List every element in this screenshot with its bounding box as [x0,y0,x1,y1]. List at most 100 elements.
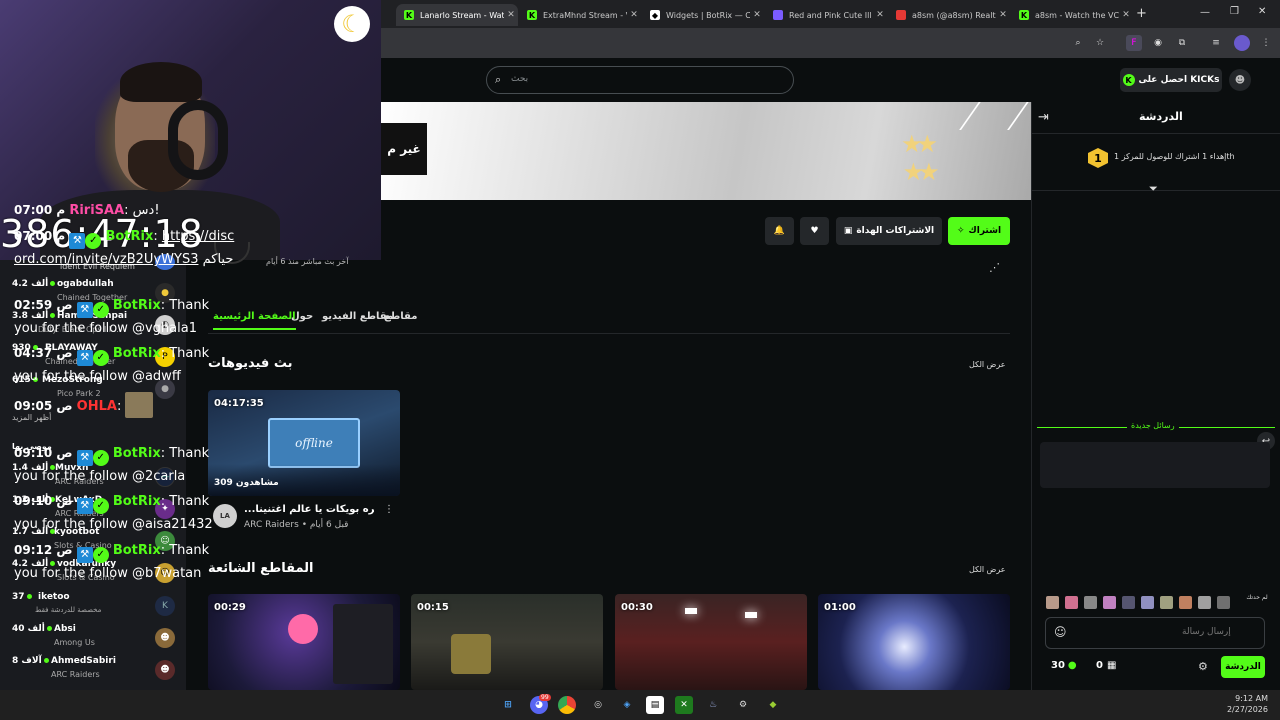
emote-icon[interactable] [1046,596,1059,609]
settings-gear-icon[interactable]: ⚙ [734,696,752,714]
chat-input[interactable]: ☺ إرسال رسالة [1045,617,1265,649]
browser-profile-avatar[interactable] [1234,35,1250,51]
close-window-icon[interactable]: ✕ [1258,6,1266,17]
xbox-icon[interactable]: ✕ [675,696,693,714]
see-all-link[interactable]: عرض الكل [969,565,1006,574]
close-tab-icon[interactable]: ✕ [996,10,1010,20]
emote-icon[interactable] [1217,596,1230,609]
clip-thumbnail[interactable]: 01:00 [818,594,1010,690]
planet-graphic [288,614,318,644]
chrome-icon[interactable] [558,696,576,714]
chat-send-button[interactable]: الدردشة [1221,656,1265,678]
viewer-count: 37 [12,592,34,602]
close-tab-icon[interactable]: ✕ [504,10,518,20]
follow-heart-button[interactable]: ♥ [800,217,829,245]
browser-tab[interactable]: Red and Pink Cute Ill ✕ [765,4,887,26]
system-clock[interactable]: 9:12 AM 2/27/2026 [1220,693,1268,715]
store-button[interactable]: 0 ▦ [1096,660,1116,671]
tabs-divider [208,333,1010,334]
channel-game: Among Us [54,638,95,647]
get-kicks-button[interactable]: K احصل على KICKs [1120,68,1222,92]
recommended-channel-item[interactable]: 8 آلاف AhmedSabiri ARC Raiders ☻ [0,654,186,684]
emote-icon[interactable] [1141,596,1154,609]
see-all-link[interactable]: عرض الكل [969,360,1006,369]
clip-thumbnail[interactable]: 00:29 [208,594,400,690]
new-tab-icon[interactable]: + [1136,6,1147,21]
user-profile-icon[interactable]: ☻ [1229,69,1251,91]
app-icon[interactable]: ◈ [618,696,636,714]
emoji-icon[interactable]: ☺ [1054,625,1067,639]
clip-thumbnail[interactable]: 00:15 [411,594,603,690]
browser-tab[interactable]: K Lanarlo Stream - Wat ✕ [396,4,518,26]
close-tab-icon[interactable]: ✕ [1119,10,1133,20]
app-icon[interactable]: ◆ [764,696,782,714]
recommended-channel-item[interactable]: 40 ألف Absi Among Us ☻ [0,622,186,652]
obs-icon[interactable]: ◎ [589,696,607,714]
last-live-text: آخر بث مباشر منذ 6 أيام [266,257,349,266]
extension-icon[interactable]: F [1126,35,1142,51]
close-tab-icon[interactable]: ✕ [627,10,641,20]
gift-subs-button[interactable]: ▣ الاشتراكات الهداة [836,217,942,245]
zoom-icon[interactable]: ⌕ [1070,35,1086,51]
subscribe-button[interactable]: ✧ اشتراك [948,217,1010,245]
notification-bell-button[interactable]: 🔔 [765,217,794,245]
chat-message: 04:37 ص ⚒ ✓ BotRix: Thank you for the fol… [14,346,210,384]
more-options-icon[interactable]: ⋮ [384,504,394,515]
emote-icon[interactable] [1122,596,1135,609]
clip-duration: 00:29 [214,602,246,613]
emote-icon[interactable] [1179,596,1192,609]
windows-start-icon[interactable]: ⊞ [499,696,517,714]
app-icon[interactable]: ▤ [646,696,664,714]
extensions-puzzle-icon[interactable]: ⧉ [1174,35,1190,51]
sub-goal-text: إهداء 1 اشتراك للوصول للمركز 1th [1114,152,1235,161]
broadcaster-badge-icon: ⚒ [76,498,93,514]
channel-points[interactable]: 30 ● [1051,660,1077,671]
stream-thumbnail[interactable]: offline 04:17:35 309 مشاهدون [208,390,400,496]
recommended-channel-item[interactable]: 37 iketoo مخصصة للدردشة فقط K [0,590,186,620]
browser-tab[interactable]: K ExtraMhnd Stream - V ✕ [519,4,641,26]
banner-stars: ★★ ★★ [901,130,940,186]
close-tab-icon[interactable]: ✕ [873,10,887,20]
emote-icon[interactable] [1103,596,1116,609]
media-controls-icon[interactable]: ≡ [1208,35,1224,51]
clip-thumbnail[interactable]: 00:30 [615,594,807,690]
verified-badge-icon: ✓ [92,498,109,514]
botrix-favicon-icon: ◆ [650,10,660,20]
browser-tab[interactable]: ◆ Widgets | BotRix — C ✕ [642,4,764,26]
message-username[interactable]: BotRix [113,446,161,461]
extension-icon[interactable]: ◉ [1150,35,1166,51]
steam-icon[interactable]: ♨ [704,696,722,714]
pinned-toggle-icon[interactable]: ⏷ [1149,182,1158,196]
close-tab-icon[interactable]: ✕ [750,10,764,20]
emote-bar [1046,596,1232,612]
stream-title[interactable]: ...يا عشره بويكات يا عالم اغتنينا [244,504,374,515]
bookmark-star-icon[interactable]: ☆ [1092,35,1108,51]
kick-favicon-icon: K [527,10,537,20]
browser-tab[interactable]: K a8sm - Watch the VC ✕ [1011,4,1133,26]
bell-icon: 🔔 [773,226,786,236]
message-username: BotRix [105,229,154,244]
emote-icon[interactable] [1198,596,1211,609]
tab-about[interactable]: حول [291,311,313,322]
windows-taskbar [0,690,1280,720]
emote-icon[interactable] [1084,596,1097,609]
banner-streaks [959,102,1031,130]
chat-settings-gear-icon[interactable]: ⚙ [1198,660,1208,673]
browser-menu-icon[interactable]: ⋮ [1258,35,1274,51]
share-icon[interactable]: ⋰ [989,261,1000,274]
tab-videos[interactable]: مقاطع الفيديو [322,311,393,322]
moon-logo: ☾ [334,6,370,42]
minimize-icon[interactable]: — [1200,7,1210,18]
restore-icon[interactable]: ❐ [1230,6,1239,17]
browser-tab[interactable]: a8sm (@a8sm) Realti ✕ [888,4,1010,26]
channel-avatar: ☻ [155,660,175,680]
tab-clips[interactable]: مقاطع [384,311,417,322]
emote-icon[interactable] [1160,596,1173,609]
broadcaster-badge-icon: ⚒ [69,233,86,249]
sparkle-icon: ✧ [956,226,965,236]
chat-title: الدردشة [1139,110,1183,123]
emote-icon[interactable] [1065,596,1078,609]
collapse-chat-icon[interactable]: ⇥ [1038,110,1049,125]
message-username: BotRix [112,494,161,509]
search-input[interactable]: ⌕ بحث [486,66,794,94]
